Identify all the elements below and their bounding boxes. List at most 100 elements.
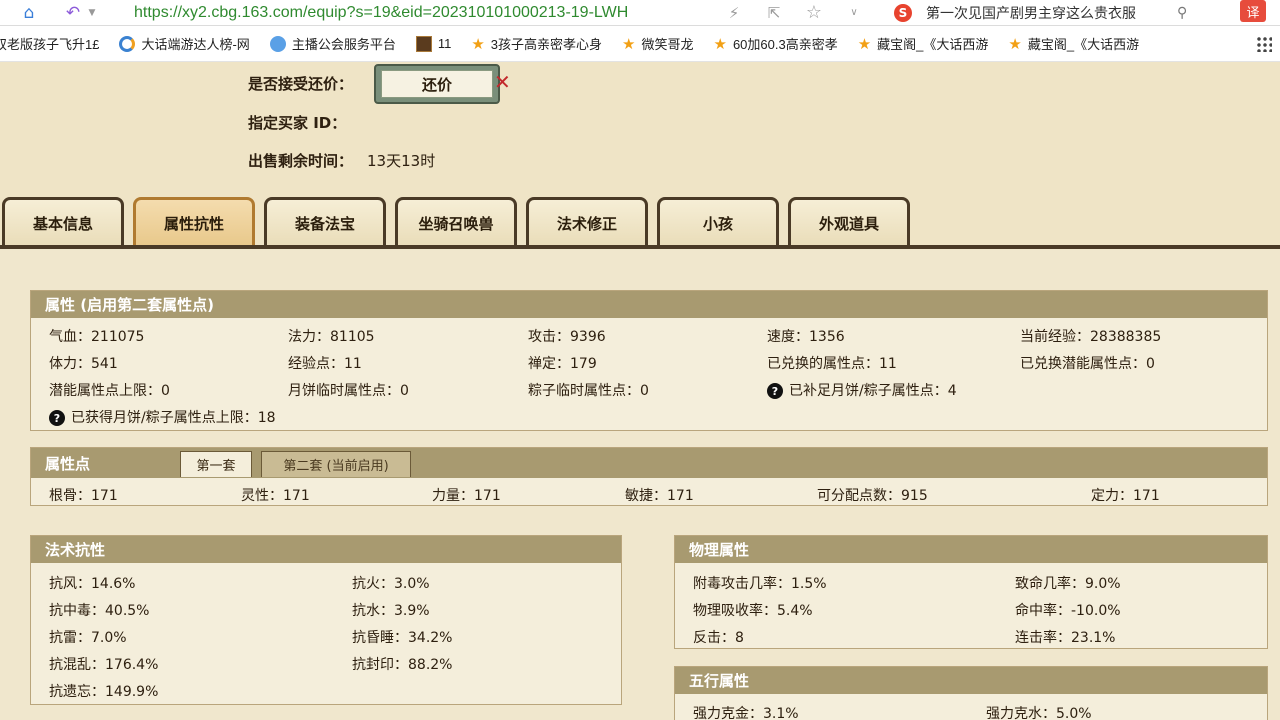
attr-supplemented-text: 已补足月饼/粽子属性点：4: [789, 383, 957, 399]
translate-icon[interactable]: 译: [1240, 0, 1266, 22]
buyer-id-label: 指定买家 ID：: [248, 114, 347, 132]
bookmark-item[interactable]: ★ 微笑哥龙: [622, 34, 693, 53]
phys-crit-chance: 致命几率：9.0%: [1015, 576, 1121, 592]
chevron-down-icon[interactable]: ▼: [86, 1, 98, 25]
star-icon[interactable]: ☆: [794, 2, 834, 23]
bookmark-item[interactable]: ★ 3孩子高亲密孝心身: [471, 34, 602, 53]
home-icon[interactable]: ⌂: [16, 1, 42, 25]
elements-title: 五行属性: [675, 667, 1267, 694]
accept-counter-label: 是否接受还价：: [248, 75, 354, 93]
attr-mooncake-temp: 月饼临时属性点：0: [288, 383, 409, 399]
attr-exchanged-potential: 已兑换潜能属性点：0: [1020, 356, 1155, 372]
page-content: 是否接受还价： 还价 ✕ 指定买家 ID： 出售剩余时间： 13天13时 基本信…: [0, 62, 1280, 720]
tab-spell-modifiers[interactable]: 法术修正: [526, 197, 648, 247]
resist-poison: 抗中毒：40.5%: [49, 603, 150, 619]
attr-exp-points: 经验点：11: [288, 356, 362, 372]
resist-fire: 抗火：3.0%: [352, 576, 430, 592]
remaining-time-label: 出售剩余时间：: [248, 152, 354, 170]
phys-counter: 反击：8: [693, 630, 744, 646]
tab-point-set-2[interactable]: 第二套 (当前启用): [261, 451, 411, 477]
close-icon: ✕: [494, 70, 511, 94]
bookmark-item[interactable]: 双老版孩子飞升1£: [0, 34, 99, 53]
tab-equipment[interactable]: 装备法宝: [264, 197, 386, 247]
apps-grid-icon[interactable]: [1256, 35, 1272, 52]
points-title: 属性点: [45, 454, 91, 473]
point-available: 可分配点数：915: [817, 488, 928, 504]
attr-obtained-limit: ? 已获得月饼/粽子属性点上限：18: [49, 407, 276, 427]
lightning-icon[interactable]: ⚡: [714, 4, 754, 22]
resist-wind: 抗风：14.6%: [49, 576, 136, 592]
resist-title: 法术抗性: [31, 536, 621, 563]
attr-mp: 法力：81105: [288, 329, 375, 345]
bookmark-label: 藏宝阁_《大话西游: [1027, 37, 1140, 52]
bookmark-label: 3孩子高亲密孝心身: [490, 37, 603, 52]
share-icon[interactable]: ⇱: [754, 4, 794, 22]
attr-obtained-limit-text: 已获得月饼/粽子属性点上限：18: [71, 410, 276, 426]
elements-panel: 五行属性 强力克金：3.1% 强力克水：5.0%: [674, 666, 1268, 720]
attr-exchanged: 已兑换的属性点：11: [767, 356, 897, 372]
bookmark-item[interactable]: 主播公会服务平台: [269, 34, 396, 53]
phys-hit-rate: 命中率：-10.0%: [1015, 603, 1121, 619]
element-water: 强力克水：5.0%: [986, 706, 1092, 720]
tab-basic-info[interactable]: 基本信息: [2, 197, 124, 247]
resist-water: 抗水：3.9%: [352, 603, 430, 619]
bookmark-label: 11: [437, 36, 452, 51]
point-spirit: 灵性：171: [241, 488, 310, 504]
attr-speed: 速度：1356: [767, 329, 845, 345]
resist-sleep: 抗昏睡：34.2%: [352, 630, 453, 646]
attr-zongzi-temp: 粽子临时属性点：0: [528, 383, 649, 399]
bookmark-item[interactable]: 大话端游达人榜-网: [119, 34, 250, 53]
points-panel: 属性点 第一套 第二套 (当前启用) 根骨：171 灵性：171 力量：171 …: [30, 447, 1268, 506]
tab-appearance[interactable]: 外观道具: [788, 197, 910, 247]
attr-supplemented: ? 已补足月饼/粽子属性点：4: [767, 380, 957, 400]
bookmark-label: 微笑哥龙: [641, 37, 694, 52]
attr-exp: 当前经验：28388385: [1020, 329, 1162, 345]
bookmark-item[interactable]: ★ 藏宝阁_《大话西游: [858, 34, 989, 53]
attr-hp: 气血：211075: [49, 329, 145, 345]
cloud-icon: [269, 35, 286, 52]
search-icon[interactable]: ⚲: [1177, 5, 1187, 21]
tab-bar: 基本信息 属性抗性 装备法宝 坐骑召唤兽 法术修正 小孩 外观道具: [0, 197, 1280, 249]
point-constitution: 根骨：171: [49, 488, 118, 504]
search-input[interactable]: 第一次见国产剧男主穿这么贵衣服: [926, 3, 1171, 23]
attr-stamina: 体力：541: [49, 356, 118, 372]
resist-thunder: 抗雷：7.0%: [49, 630, 127, 646]
star-icon: ★: [713, 35, 727, 53]
point-agility: 敏捷：171: [625, 488, 694, 504]
attributes-panel: 属性 (启用第二套属性点) 气血：211075 法力：81105 攻击：9396…: [30, 290, 1268, 431]
bookmark-label: 主播公会服务平台: [291, 37, 396, 52]
physical-title: 物理属性: [675, 536, 1267, 563]
game-icon: [415, 35, 432, 52]
undo-icon[interactable]: ↶: [60, 1, 86, 25]
question-icon[interactable]: ?: [767, 383, 783, 399]
attributes-title: 属性 (启用第二套属性点): [31, 291, 1267, 318]
phys-absorb: 物理吸收率：5.4%: [693, 603, 813, 619]
tab-attributes[interactable]: 属性抗性: [133, 197, 255, 247]
phys-combo: 连击率：23.1%: [1015, 630, 1116, 646]
bookmark-label: 60加60.3高亲密孝: [732, 37, 838, 52]
search-box[interactable]: S 第一次见国产剧男主穿这么贵衣服 ⚲: [894, 3, 1199, 23]
resist-forget: 抗遗忘：149.9%: [49, 684, 159, 700]
bookmark-item[interactable]: ★ 藏宝阁_《大话西游: [1008, 34, 1139, 53]
bookmark-label: 大话端游达人榜-网: [141, 37, 250, 52]
tab-mounts-pets[interactable]: 坐骑召唤兽: [395, 197, 517, 247]
bookmark-label: 藏宝阁_《大话西游: [877, 37, 989, 52]
bookmarks-bar: 双老版孩子飞升1£ 大话端游达人榜-网 主播公会服务平台 11 ★ 3孩子高亲密…: [0, 26, 1280, 62]
bookmark-item[interactable]: ★ 60加60.3高亲密孝: [713, 34, 837, 53]
resist-chaos: 抗混乱：176.4%: [49, 657, 159, 673]
point-strength: 力量：171: [432, 488, 501, 504]
chevron-down-icon[interactable]: ∨: [834, 7, 874, 18]
question-icon[interactable]: ?: [49, 410, 65, 426]
phys-poison-chance: 附毒攻击几率：1.5%: [693, 576, 827, 592]
sogou-icon: S: [894, 3, 912, 22]
bookmark-item[interactable]: 11: [415, 35, 452, 52]
resist-panel: 法术抗性 抗风：14.6% 抗火：3.0% 抗中毒：40.5% 抗水：3.9% …: [30, 535, 622, 705]
tab-point-set-1[interactable]: 第一套: [180, 451, 252, 477]
counter-offer-button[interactable]: 还价: [374, 64, 500, 104]
attr-attack: 攻击：9396: [528, 329, 606, 345]
bookmark-label: 双老版孩子飞升1£: [0, 37, 100, 52]
resist-seal: 抗封印：88.2%: [352, 657, 453, 673]
tab-children[interactable]: 小孩: [657, 197, 779, 247]
point-fortitude: 定力：171: [1091, 488, 1160, 504]
url-field[interactable]: https://xy2.cbg.163.com/equip?s=19&eid=2…: [134, 4, 714, 22]
